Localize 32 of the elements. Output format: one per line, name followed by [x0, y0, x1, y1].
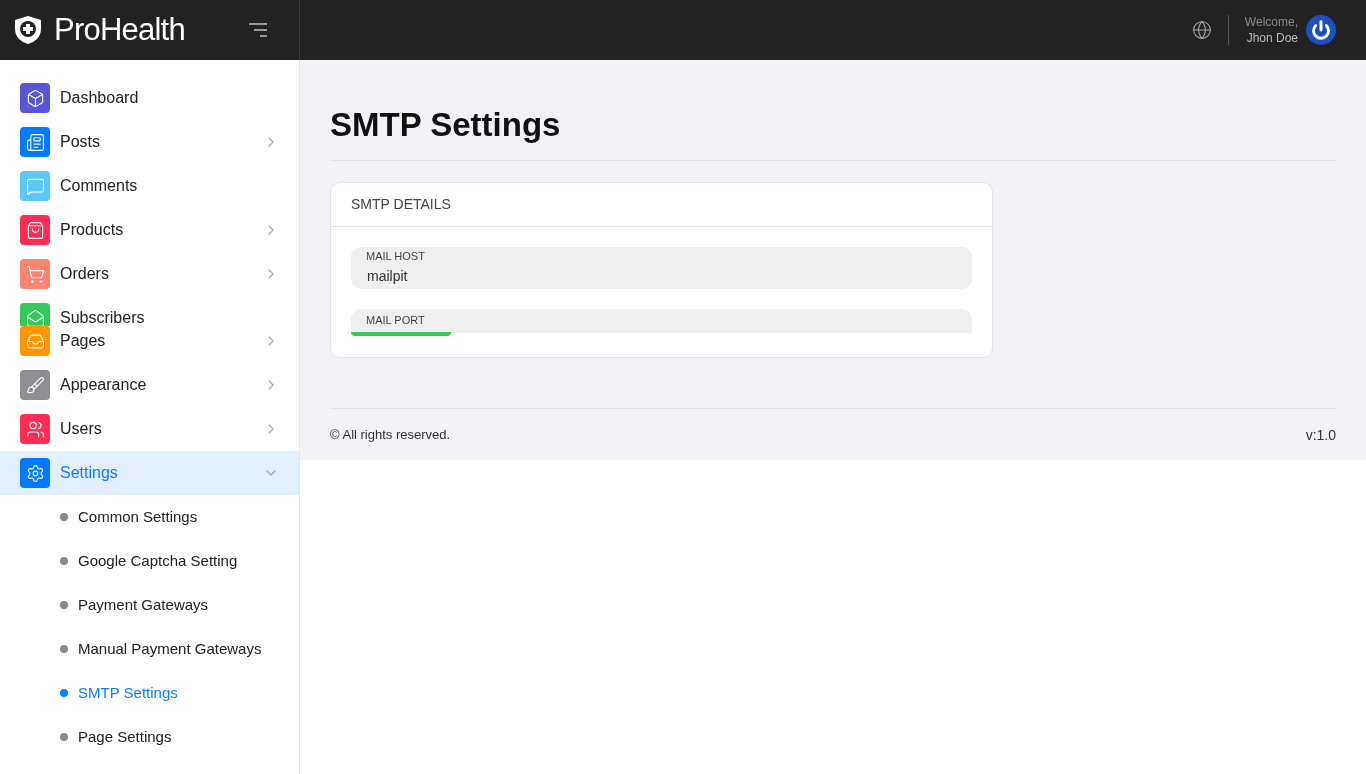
submenu-item[interactable]: Page Settings	[78, 725, 172, 749]
bullet-icon	[60, 513, 68, 521]
sidebar-item[interactable]: Appearance	[0, 363, 299, 407]
bullet-icon	[60, 601, 68, 609]
sidebar-item[interactable]: Orders	[0, 252, 299, 296]
bullet-icon	[60, 689, 68, 697]
sidebar-item[interactable]: Comments	[0, 164, 299, 208]
bullet-icon	[60, 645, 68, 653]
submenu-item[interactable]: Google Captcha Setting	[78, 549, 238, 573]
copyright-text: © All rights reserved.	[330, 425, 451, 444]
user-name: Jhon Doe	[1246, 30, 1298, 46]
brand-name: ProHealth	[54, 10, 185, 49]
page-title: SMTP Settings	[330, 100, 1336, 161]
welcome-text: Welcome,	[1244, 14, 1298, 30]
version-text: v:1.0	[1305, 425, 1336, 445]
bullet-icon	[60, 557, 68, 565]
mail-port-field[interactable]: MAIL PORT	[351, 308, 972, 333]
sidebar-item[interactable]: Dashboard	[0, 76, 299, 120]
sidebar-item[interactable]: Pages	[0, 326, 299, 363]
globe-icon[interactable]	[1191, 20, 1212, 40]
power-avatar-icon[interactable]	[1306, 15, 1336, 45]
card-title: SMTP DETAILS	[331, 182, 992, 227]
submenu-item[interactable]: Common Settings	[78, 505, 198, 529]
mail-host-field[interactable]: MAIL HOST mailpit	[351, 246, 972, 289]
submenu-item[interactable]: Payment Gateways	[78, 593, 209, 617]
submenu-item[interactable]: Manual Payment Gateways	[78, 637, 262, 661]
sidebar-item[interactable]: Products	[0, 208, 299, 252]
submenu-item[interactable]: SMTP Settings	[78, 681, 178, 705]
shield-logo-icon	[14, 15, 42, 45]
sidebar-item[interactable]: Users	[0, 407, 299, 451]
sidebar-item[interactable]: Posts	[0, 120, 299, 164]
bullet-icon	[60, 733, 68, 741]
